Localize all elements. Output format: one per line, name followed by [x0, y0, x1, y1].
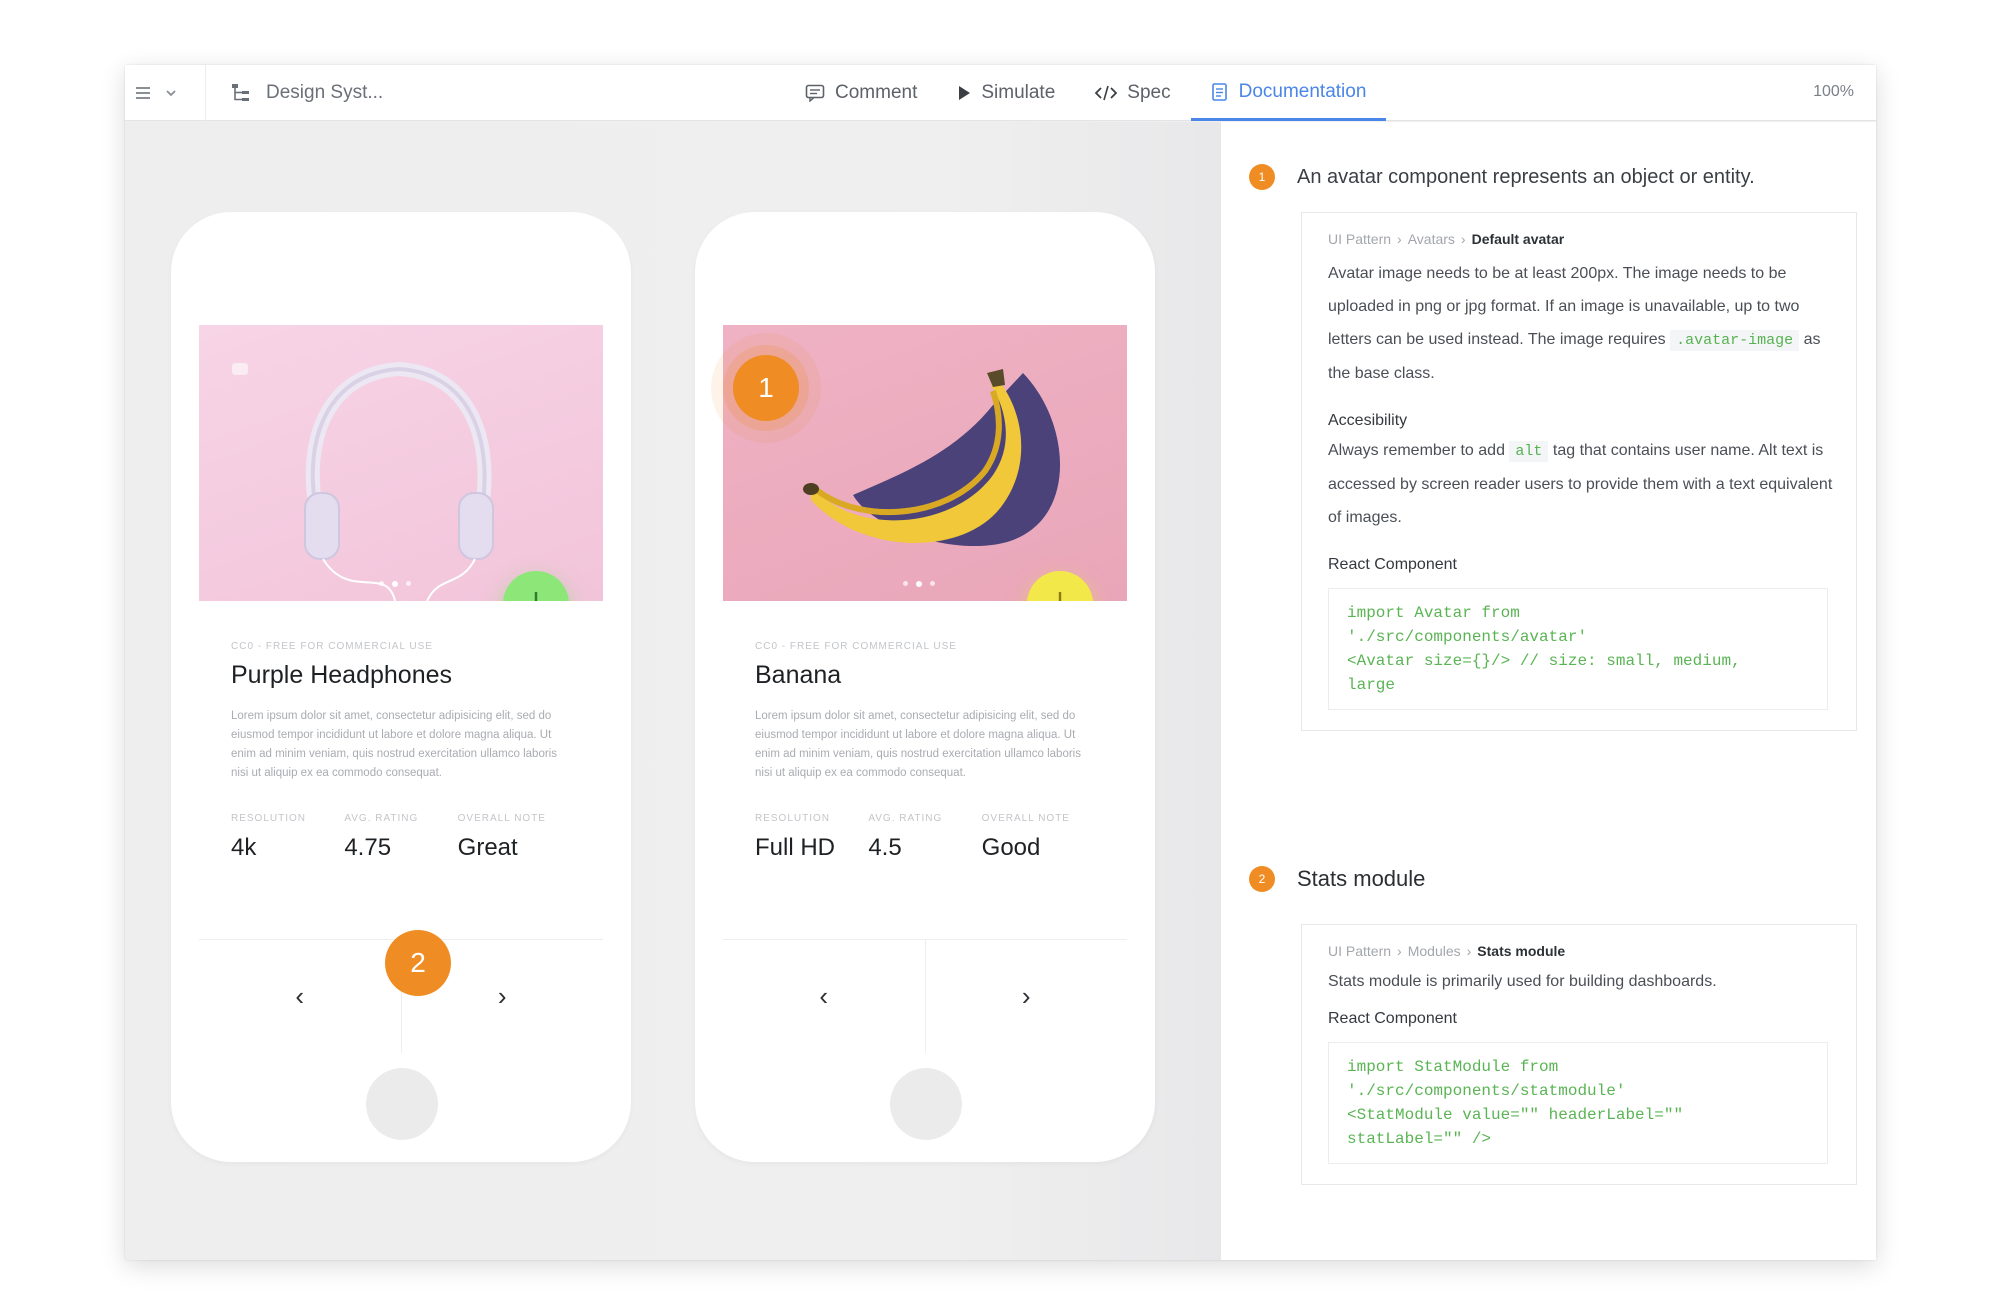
- breadcrumb-item[interactable]: Modules: [1408, 943, 1461, 959]
- documentation-panel: 1 An avatar component represents an obje…: [1220, 122, 1876, 1260]
- stat-resolution: RESOLUTION 4k: [231, 813, 344, 862]
- breadcrumb: UI Pattern › Avatars › Default avatar: [1328, 231, 1836, 247]
- card-navigation: ‹ ›: [723, 939, 1127, 1053]
- card-description: Lorem ipsum dolor sit amet, consectetur …: [231, 710, 557, 779]
- card-body: CC0 - FREE FOR COMMERCIAL USE Banana Lor…: [723, 601, 1127, 939]
- project-selector[interactable]: Design Syst...: [230, 79, 383, 107]
- comment-icon: [805, 84, 825, 102]
- phone-mockup: CC0 - FREE FOR COMMERCIAL USE Purple Hea…: [171, 212, 631, 1162]
- annotation-marker-2[interactable]: 2: [385, 930, 451, 996]
- section-number-badge[interactable]: 1: [1249, 164, 1275, 190]
- breadcrumb-item[interactable]: UI Pattern: [1328, 231, 1391, 247]
- tab-spec-label: Spec: [1127, 82, 1171, 103]
- react-component-title: React Component: [1328, 556, 1457, 573]
- breadcrumb-separator: ›: [1397, 231, 1402, 247]
- inline-code: alt: [1509, 441, 1549, 462]
- stat-value: Great: [457, 834, 518, 861]
- previous-button[interactable]: ‹: [199, 940, 401, 1053]
- stat-rating: AVG. RATING 4.75: [344, 813, 457, 862]
- stat-note: OVERALL NOTE Good: [982, 813, 1095, 862]
- tab-spec[interactable]: Spec: [1075, 65, 1190, 121]
- breadcrumb-item[interactable]: Avatars: [1408, 231, 1455, 247]
- camera-icon: [232, 363, 248, 375]
- play-icon: [959, 86, 971, 100]
- react-component-title: React Component: [1328, 1010, 1457, 1027]
- breadcrumb-current: Default avatar: [1471, 231, 1565, 247]
- document-icon: [1211, 82, 1227, 101]
- stat-value: Full HD: [755, 834, 836, 861]
- stat-value: 4.75: [344, 834, 392, 861]
- card-description: Lorem ipsum dolor sit amet, consectetur …: [755, 710, 1081, 779]
- stats-row: RESOLUTION 4k AVG. RATING 4.75 OVERALL N…: [231, 813, 571, 862]
- stat-label: RESOLUTION: [755, 813, 831, 824]
- stat-label: OVERALL NOTE: [457, 813, 546, 824]
- toolbar-divider: [205, 65, 206, 121]
- tab-simulate-label: Simulate: [981, 82, 1056, 103]
- stat-note: OVERALL NOTE Great: [458, 813, 571, 862]
- breadcrumb: UI Pattern › Modules › Stats module: [1328, 943, 1836, 959]
- mode-tabs: Comment Simulate Spec Documentation: [785, 65, 1387, 121]
- breadcrumb-separator: ›: [1466, 943, 1472, 959]
- code-icon: [1095, 85, 1118, 101]
- stat-resolution: RESOLUTION Full HD: [755, 813, 868, 862]
- carousel-dots[interactable]: [379, 581, 411, 587]
- section-heading: An avatar component represents an object…: [1297, 165, 1755, 188]
- phone-home-button: [366, 1068, 438, 1140]
- card-title: Purple Headphones: [231, 661, 452, 689]
- accessibility-title: Accesibility: [1328, 412, 1408, 429]
- hierarchy-icon: [232, 84, 249, 101]
- previous-button[interactable]: ‹: [723, 940, 925, 1053]
- main-menu-button[interactable]: [135, 79, 177, 107]
- section-description: Stats module is primarily used for build…: [1328, 973, 1717, 990]
- project-name: Design Syst...: [266, 82, 384, 103]
- stat-label: AVG. RATING: [344, 813, 419, 824]
- code-block[interactable]: import Avatar from './src/components/ava…: [1328, 588, 1828, 710]
- stat-value: 4.5: [868, 834, 902, 861]
- tab-documentation-label: Documentation: [1238, 80, 1367, 102]
- card-title: Banana: [755, 661, 842, 689]
- stats-row: RESOLUTION Full HD AVG. RATING 4.5 OVERA…: [755, 813, 1095, 862]
- headphones-illustration: [304, 361, 494, 601]
- tab-comment[interactable]: Comment: [785, 65, 937, 121]
- stat-rating: AVG. RATING 4.5: [868, 813, 981, 862]
- next-button[interactable]: ›: [924, 940, 1127, 1053]
- description-text: Always remember to add: [1328, 442, 1505, 459]
- design-canvas: CC0 - FREE FOR COMMERCIAL USE Purple Hea…: [125, 122, 1220, 1260]
- phone-home-button: [890, 1068, 962, 1140]
- zoom-level[interactable]: 100%: [1813, 83, 1854, 101]
- stat-value: Good: [981, 834, 1041, 861]
- inline-code: .avatar-image: [1670, 330, 1800, 351]
- stat-label: AVG. RATING: [868, 813, 943, 824]
- carousel-dots[interactable]: [903, 581, 935, 587]
- annotation-marker-1[interactable]: 1: [733, 355, 799, 421]
- card-body: CC0 - FREE FOR COMMERCIAL USE Purple Hea…: [199, 601, 603, 939]
- doc-section-box: UI Pattern › Modules › Stats module Stat…: [1301, 924, 1857, 1185]
- tab-comment-label: Comment: [835, 82, 918, 103]
- stat-label: OVERALL NOTE: [981, 813, 1070, 824]
- breadcrumb-separator: ›: [1460, 231, 1466, 247]
- section-number-badge[interactable]: 2: [1249, 866, 1275, 892]
- tab-documentation[interactable]: Documentation: [1190, 65, 1387, 121]
- top-toolbar: Design Syst... Comment Simulate Spec Doc…: [125, 65, 1876, 121]
- section-description: Avatar image needs to be at least 200px.…: [1328, 257, 1836, 390]
- license-label: CC0 - FREE FOR COMMERCIAL USE: [231, 641, 433, 652]
- hamburger-icon: [136, 87, 150, 99]
- doc-section-header: 1 An avatar component represents an obje…: [1249, 164, 1755, 190]
- stat-label: RESOLUTION: [231, 813, 307, 824]
- tab-simulate[interactable]: Simulate: [937, 65, 1075, 121]
- doc-section-header: 2 Stats module: [1249, 866, 1425, 892]
- section-heading: Stats module: [1297, 866, 1426, 891]
- headphones-image: [199, 325, 603, 601]
- chevron-down-icon: [166, 90, 176, 97]
- license-label: CC0 - FREE FOR COMMERCIAL USE: [755, 641, 957, 652]
- code-block[interactable]: import StatModule from './src/components…: [1328, 1042, 1828, 1164]
- app-window: Design Syst... Comment Simulate Spec Doc…: [125, 65, 1876, 1260]
- breadcrumb-item[interactable]: UI Pattern: [1328, 943, 1391, 959]
- stat-value: 4k: [231, 834, 257, 861]
- breadcrumb-current: Stats module: [1477, 943, 1566, 959]
- card-screen: CC0 - FREE FOR COMMERCIAL USE Banana Lor…: [723, 325, 1127, 1053]
- doc-section-box: UI Pattern › Avatars › Default avatar Av…: [1301, 212, 1857, 731]
- breadcrumb-separator: ›: [1397, 943, 1402, 959]
- accessibility-description: Always remember to add alt tag that cont…: [1328, 434, 1836, 534]
